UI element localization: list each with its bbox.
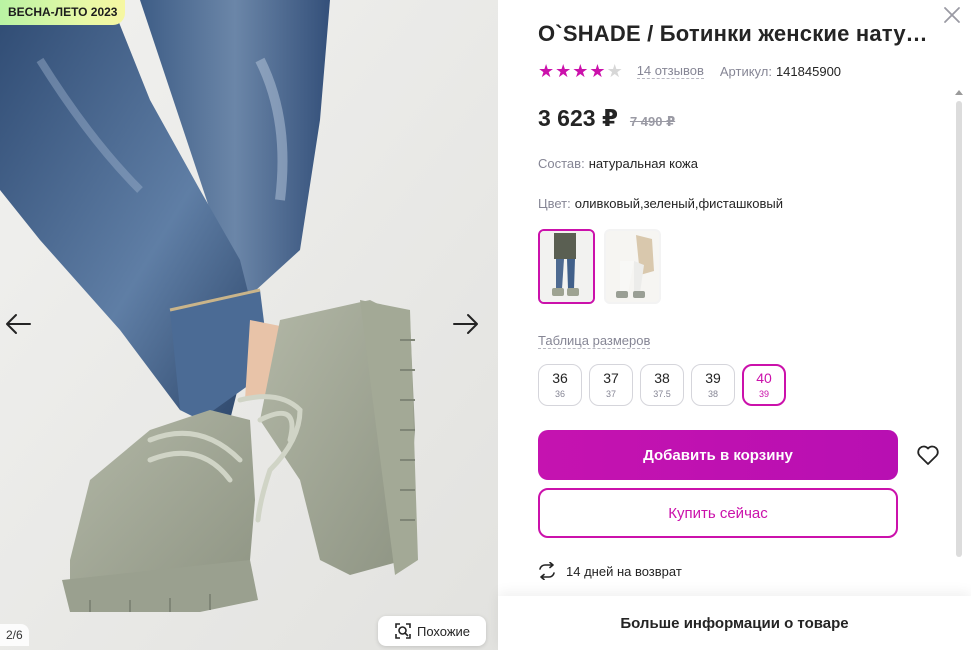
arrow-right-icon bbox=[453, 314, 478, 334]
color-swatch-beige[interactable] bbox=[604, 229, 661, 304]
size-eu: 39 bbox=[758, 389, 769, 399]
swatch-thumbnail bbox=[540, 231, 593, 302]
size-option[interactable]: 39 38 bbox=[691, 364, 735, 406]
size-eu: 37.5 bbox=[653, 389, 671, 399]
season-badge: ВЕСНА-ЛЕТО 2023 bbox=[0, 0, 126, 25]
star-icon: ★ bbox=[538, 61, 555, 81]
color-swatch-olive[interactable] bbox=[538, 229, 595, 304]
rating-row: ★ ★ ★ ★ ★ 14 отзывов Артикул: 141845900 bbox=[538, 61, 841, 81]
return-text: 14 дней на возврат bbox=[566, 563, 682, 579]
color-row: Цвет: оливковый,зеленый,фисташковый bbox=[538, 196, 783, 211]
size-ru: 40 bbox=[756, 370, 772, 386]
size-eu: 36 bbox=[554, 389, 565, 399]
size-eu: 38 bbox=[707, 389, 718, 399]
return-policy: 14 дней на возврат bbox=[538, 562, 682, 580]
similar-label: Похожие bbox=[416, 623, 471, 639]
size-ru: 38 bbox=[654, 370, 670, 386]
star-icon: ★ bbox=[572, 61, 589, 81]
visual-search-icon bbox=[395, 623, 411, 639]
size-option[interactable]: 37 37 bbox=[589, 364, 633, 406]
swatch-thumbnail bbox=[606, 231, 659, 302]
scroll-up-icon[interactable] bbox=[954, 88, 964, 96]
star-icon: ★ bbox=[555, 61, 572, 81]
more-info-button[interactable]: Больше информации о товаре bbox=[498, 596, 971, 650]
color-label: Цвет: bbox=[538, 196, 571, 211]
sku-value: 141845900 bbox=[775, 63, 842, 79]
size-selector: 36 36 37 37 38 37.5 39 38 40 39 bbox=[538, 364, 786, 406]
size-eu: 37 bbox=[605, 389, 616, 399]
size-ru: 37 bbox=[603, 370, 619, 386]
old-price: 7 490 ₽ bbox=[629, 114, 676, 129]
reviews-link[interactable]: 14 отзывов bbox=[636, 63, 704, 79]
size-ru: 39 bbox=[705, 370, 721, 386]
size-ru: 36 bbox=[552, 370, 568, 386]
composition-label: Состав: bbox=[538, 156, 585, 171]
price-block: 3 623 ₽ 7 490 ₽ bbox=[538, 105, 675, 132]
product-gallery[interactable]: ВЕСНА-ЛЕТО 2023 2/6 Похожие bbox=[0, 0, 498, 650]
prev-image-button[interactable] bbox=[3, 309, 33, 339]
product-title: O`SHADE / Ботинки женские натуральная ко… bbox=[538, 21, 933, 46]
composition-row: Состав: натуральная кожа bbox=[538, 156, 698, 171]
size-option[interactable]: 36 36 bbox=[538, 364, 582, 406]
heart-icon[interactable] bbox=[915, 442, 941, 468]
scrollbar-thumb[interactable] bbox=[956, 101, 962, 557]
product-quick-view: ВЕСНА-ЛЕТО 2023 2/6 Похожие O`SHADE / Бо… bbox=[0, 0, 971, 650]
add-to-cart-button[interactable]: Добавить в корзину bbox=[538, 430, 898, 480]
composition-value: натуральная кожа bbox=[588, 156, 698, 171]
arrow-left-icon bbox=[6, 314, 31, 334]
size-option-selected[interactable]: 40 39 bbox=[742, 364, 786, 406]
return-arrows-icon bbox=[539, 562, 555, 580]
product-details: O`SHADE / Ботинки женские натуральная ко… bbox=[498, 0, 971, 650]
size-table-link[interactable]: Таблица размеров bbox=[538, 333, 651, 349]
buy-now-button[interactable]: Купить сейчас bbox=[538, 488, 898, 538]
color-swatches bbox=[538, 229, 661, 304]
color-value: оливковый,зеленый,фисташковый bbox=[574, 196, 783, 211]
size-option[interactable]: 38 37.5 bbox=[640, 364, 684, 406]
current-price: 3 623 ₽ bbox=[538, 105, 618, 131]
close-icon[interactable] bbox=[941, 4, 963, 26]
sku-label: Артикул: bbox=[719, 63, 772, 79]
image-counter: 2/6 bbox=[0, 624, 29, 646]
similar-button[interactable]: Похожие bbox=[378, 616, 486, 646]
rating-stars: ★ ★ ★ ★ ★ bbox=[538, 62, 623, 80]
next-image-button[interactable] bbox=[451, 309, 481, 339]
product-photo bbox=[0, 0, 498, 650]
star-icon: ★ bbox=[606, 61, 623, 81]
star-icon: ★ bbox=[589, 61, 606, 81]
